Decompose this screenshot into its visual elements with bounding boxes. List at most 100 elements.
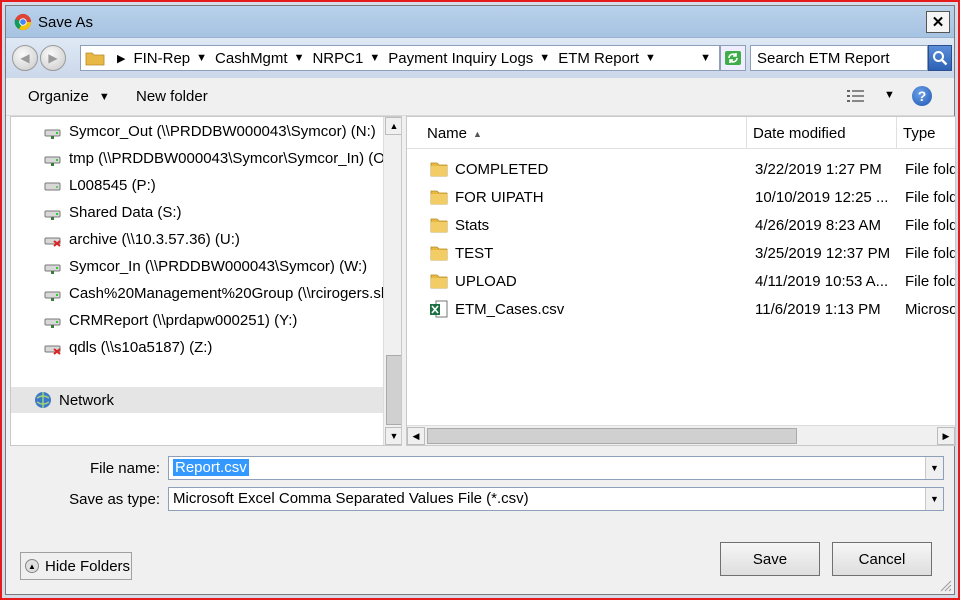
file-type: File folder [905, 161, 955, 178]
help-icon[interactable]: ? [912, 86, 932, 106]
dialog-title: Save As [38, 14, 94, 31]
chevron-down-icon[interactable]: ▼ [925, 488, 943, 510]
nav-item-drive[interactable]: Cash%20Management%20Group (\\rcirogers.s… [11, 280, 383, 306]
chevron-down-icon[interactable]: ▼ [369, 52, 380, 64]
nav-item-drive[interactable]: L008545 (P:) [11, 172, 383, 198]
nav-item-label: tmp (\\PRDDBW000043\Symcor\Symcor_In) (O… [69, 149, 383, 167]
refresh-button[interactable] [720, 45, 746, 71]
navigation-pane: Symcor_Out (\\PRDDBW000043\Symcor) (N:) t… [10, 116, 402, 446]
scroll-up-button[interactable]: ▲ [385, 117, 401, 135]
file-type: File folder [905, 217, 955, 234]
chevron-down-icon[interactable]: ▼ [539, 52, 550, 64]
breadcrumb-item-nrpc1[interactable]: NRPC1 ▼ [312, 50, 380, 67]
folder-icon [429, 244, 449, 262]
file-row[interactable]: ETM_Cases.csv 11/6/2019 1:13 PM Microsoft … [407, 297, 955, 323]
hide-folders-button[interactable]: ▲ Hide Folders [20, 552, 132, 580]
file-date-modified: 11/6/2019 1:13 PM [755, 301, 881, 318]
view-details-icon[interactable] [846, 88, 866, 104]
cancel-button[interactable]: Cancel [832, 542, 932, 576]
resize-grip-icon[interactable] [938, 578, 952, 592]
file-type: File folder [905, 273, 955, 290]
chevron-down-icon[interactable]: ▼ [645, 52, 656, 64]
scroll-left-button[interactable]: ◀ [407, 427, 425, 445]
title-bar[interactable]: Save As ✕ [6, 6, 954, 38]
search-input[interactable]: Search ETM Report [750, 45, 928, 71]
forward-button[interactable]: ▶ [40, 45, 66, 71]
file-row[interactable]: TEST 3/25/2019 12:37 PM File folder [407, 241, 955, 267]
nav-item-label: L008545 (P:) [69, 176, 156, 194]
chevron-down-icon[interactable]: ▼ [196, 52, 207, 64]
save-as-type-select[interactable]: Microsoft Excel Comma Separated Values F… [168, 487, 944, 511]
chevron-down-icon[interactable]: ▼ [925, 457, 943, 479]
nav-item-network[interactable]: Network [11, 387, 383, 413]
view-options-dropdown[interactable]: ▼ [884, 89, 895, 101]
breadcrumb-item-cashmgmt[interactable]: CashMgmt ▼ [215, 50, 304, 67]
column-name[interactable]: Name ▲ [407, 117, 747, 149]
file-date-modified: 4/26/2019 8:23 AM [755, 217, 881, 234]
file-row[interactable]: Stats 4/26/2019 8:23 AM File folder [407, 213, 955, 239]
nav-vertical-scrollbar[interactable]: ▲ ▼ [383, 117, 401, 445]
organize-button[interactable]: Organize ▼ [28, 88, 110, 105]
chevron-down-icon[interactable]: ▼ [294, 52, 305, 64]
command-toolbar: Organize ▼ New folder ▼ ? [6, 78, 954, 116]
scroll-right-button[interactable]: ▶ [937, 427, 955, 445]
nav-item-drive[interactable]: tmp (\\PRDDBW000043\Symcor\Symcor_In) (O… [11, 145, 383, 171]
back-button[interactable]: ◀ [12, 45, 38, 71]
nav-item-label: Symcor_Out (\\PRDDBW000043\Symcor) (N:) [69, 122, 376, 140]
disconnected-drive-icon [43, 231, 63, 247]
file-horizontal-scrollbar[interactable]: ◀ ▶ [407, 425, 955, 445]
nav-item-drive[interactable]: Symcor_In (\\PRDDBW000043\Symcor) (W:) [11, 253, 383, 279]
disconnected-drive-icon [43, 339, 63, 355]
close-icon: ✕ [931, 14, 945, 31]
nav-buttons: ◀ ▶ [12, 45, 70, 71]
search-button[interactable] [928, 45, 952, 71]
file-name: COMPLETED [455, 161, 549, 178]
file-row[interactable]: FOR UIPATH 10/10/2019 12:25 ... File folde… [407, 185, 955, 211]
filename-field[interactable]: Report.csv ▼ [168, 456, 944, 480]
file-type: File folder [905, 245, 955, 262]
breadcrumb-item-etm-report[interactable]: ETM Report ▼ [558, 50, 656, 67]
file-row[interactable]: COMPLETED 3/22/2019 1:27 PM File folder [407, 157, 955, 183]
nav-item-drive[interactable]: Symcor_Out (\\PRDDBW000043\Symcor) (N:) [11, 118, 383, 144]
breadcrumb-item-fin-rep[interactable]: FIN-Rep ▼ [133, 50, 207, 67]
nav-item-drive[interactable]: qdls (\\s10a5187) (Z:) [11, 334, 383, 360]
refresh-icon [725, 51, 741, 65]
nav-item-drive[interactable]: archive (\\10.3.57.36) (U:) [11, 226, 383, 252]
network-drive-icon [43, 312, 63, 328]
filename-label: File name: [89, 460, 160, 477]
close-button[interactable]: ✕ [926, 11, 950, 33]
file-row[interactable]: UPLOAD 4/11/2019 10:53 A... File folder [407, 269, 955, 295]
back-arrow-icon: ◀ [20, 51, 30, 65]
save-as-dialog: Save As ✕ ◀ ▶ ▶ FIN-Rep ▼ CashMgmt ▼ NRP… [0, 0, 960, 600]
nav-item-drive[interactable]: CRMReport (\\prdapw000251) (Y:) [11, 307, 383, 333]
scroll-thumb[interactable] [427, 428, 797, 444]
network-drive-icon [43, 258, 63, 274]
file-list-pane: Name ▲ Date modified Type COMPLETED 3/22/2… [406, 116, 956, 446]
excel-file-icon [429, 300, 449, 318]
scroll-thumb[interactable] [386, 355, 401, 425]
new-folder-button[interactable]: New folder [136, 88, 208, 105]
nav-item-label: CRMReport (\\prdapw000251) (Y:) [69, 311, 298, 329]
folder-icon [429, 216, 449, 234]
file-name: ETM_Cases.csv [455, 301, 565, 318]
file-date-modified: 3/22/2019 1:27 PM [755, 161, 882, 178]
dialog-body: Save As ✕ ◀ ▶ ▶ FIN-Rep ▼ CashMgmt ▼ NRP… [5, 5, 956, 595]
nav-item-drive[interactable]: Shared Data (S:) [11, 199, 383, 225]
history-dropdown-icon[interactable]: ▼ [700, 52, 711, 64]
save-button[interactable]: Save [720, 542, 820, 576]
network-icon [33, 390, 53, 410]
file-date-modified: 4/11/2019 10:53 A... [755, 273, 889, 290]
scroll-down-button[interactable]: ▼ [385, 427, 401, 445]
column-header: Name ▲ Date modified Type [407, 117, 955, 149]
column-date-modified[interactable]: Date modified [747, 117, 897, 149]
forward-arrow-icon: ▶ [48, 51, 58, 65]
nav-item-label: Network [59, 391, 115, 409]
breadcrumb-item-payment-inquiry-logs[interactable]: Payment Inquiry Logs ▼ [388, 50, 550, 67]
column-type[interactable]: Type [897, 117, 955, 149]
nav-item-label: Shared Data (S:) [69, 203, 182, 221]
network-drive-icon [43, 150, 63, 166]
search-icon [933, 51, 948, 66]
network-drive-icon [43, 123, 63, 139]
breadcrumb-root-arrow[interactable]: ▶ [111, 52, 125, 65]
breadcrumb[interactable]: ▶ FIN-Rep ▼ CashMgmt ▼ NRPC1 ▼ Payment Inqu… [80, 45, 720, 71]
